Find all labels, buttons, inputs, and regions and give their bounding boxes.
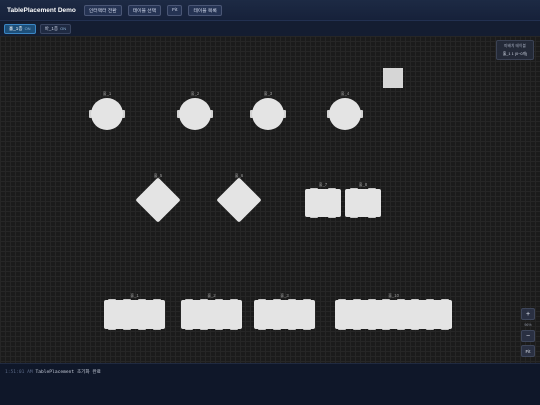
zoom-level: 96% xyxy=(524,323,532,327)
status-bar: 1:51:01 AM TablePlacement 초기화 완료 xyxy=(0,363,540,405)
tab-bar-1f[interactable]: 바_1층 ON xyxy=(39,23,72,34)
status-message: TablePlacement 초기화 완료 xyxy=(35,370,101,375)
table-round[interactable] xyxy=(329,98,361,130)
table-square[interactable] xyxy=(305,189,341,217)
zoom-fit-button[interactable]: Fit xyxy=(521,345,535,357)
table-label: 홀_2 xyxy=(190,91,200,96)
table-label: 홀_7 xyxy=(318,182,328,187)
tab-label: 홀_1층 xyxy=(9,25,23,31)
table-rect[interactable] xyxy=(104,300,165,329)
tab-hall-1f[interactable]: 홀_1층 ON xyxy=(4,23,36,34)
app-title: TablePlacement Demo xyxy=(7,6,76,14)
zoom-in-button[interactable]: + xyxy=(521,308,535,320)
table-label: 홀_8 xyxy=(358,182,368,187)
table-rect[interactable] xyxy=(181,300,242,329)
table-label: 홀_1 xyxy=(130,293,139,298)
table-label: 홀_10 xyxy=(388,293,399,298)
app-window: TablePlacement Demo 인터랙터 전환 테이블 선택 Fit 테… xyxy=(0,0,540,405)
status-line: 1:51:01 AM TablePlacement 초기화 완료 xyxy=(5,369,101,375)
table-diamond[interactable] xyxy=(135,177,181,223)
table-label: 홀_3 xyxy=(263,91,273,96)
floor-tabs: 홀_1층 ON 바_1층 ON xyxy=(0,20,540,36)
table-label: 홀_1 xyxy=(102,91,112,96)
table-diamond[interactable] xyxy=(216,177,262,223)
table-label: 홀_3 xyxy=(280,293,289,298)
zoom-out-button[interactable]: − xyxy=(521,330,535,342)
panel-value: 홀_1 1 (0~0개) xyxy=(502,52,528,56)
table-label: 홀_6 xyxy=(234,173,244,178)
table-label: 홀_2 xyxy=(207,293,216,298)
table-rect[interactable] xyxy=(335,300,452,329)
fit-button[interactable]: Fit xyxy=(167,4,183,16)
unplaced-object[interactable] xyxy=(383,68,403,88)
table-label: 홀_5 xyxy=(153,173,163,178)
unplaced-tables-panel: 미배치 테이블 홀_1 1 (0~0개) xyxy=(496,40,534,60)
select-table-button[interactable]: 테이블 선택 xyxy=(127,4,162,16)
table-label: 홀_4 xyxy=(340,91,350,96)
table-round[interactable] xyxy=(91,98,123,130)
tab-badge: ON xyxy=(60,26,67,31)
header-bar: TablePlacement Demo 인터랙터 전환 테이블 선택 Fit 테… xyxy=(0,0,540,20)
toggle-interactor-button[interactable]: 인터랙터 전환 xyxy=(83,4,122,16)
table-round[interactable] xyxy=(179,98,211,130)
panel-title: 미배치 테이블 xyxy=(503,44,526,48)
table-round[interactable] xyxy=(252,98,284,130)
table-square[interactable] xyxy=(345,189,381,217)
status-time: 1:51:01 AM xyxy=(5,370,33,375)
tab-badge: ON xyxy=(24,26,31,31)
floor-canvas[interactable]: 미배치 테이블 홀_1 1 (0~0개) + 96% − Fit 홀_1 홀_2 홀… xyxy=(0,36,540,363)
table-rect[interactable] xyxy=(254,300,315,329)
tab-label: 바_1층 xyxy=(44,25,59,31)
table-list-button[interactable]: 테이블 목록 xyxy=(188,4,222,16)
